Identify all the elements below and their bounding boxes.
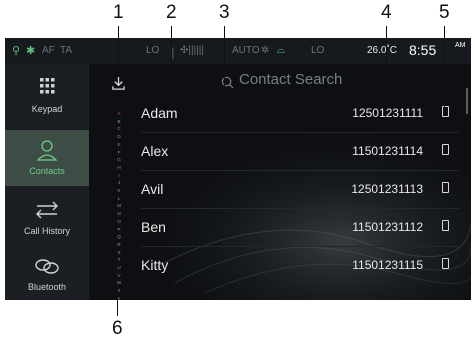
callout-line-1 bbox=[118, 26, 119, 66]
annotated-screenshot: 1 2 3 4 5 6 ⚲ ✱ AF TA LO ⸾ ✣|||||| AUTO … bbox=[0, 0, 475, 341]
head-unit-screen: ⚲ ✱ AF TA LO ⸾ ✣|||||| AUTO ✲ ⌓ LO 26.0˚… bbox=[5, 38, 471, 300]
usb-icon: ⚲ bbox=[12, 45, 21, 57]
contact-row[interactable]: Alex 11501231114 bbox=[141, 133, 459, 171]
phone-type-icon bbox=[442, 258, 449, 269]
sidebar-label-bluetooth: Bluetooth bbox=[27, 282, 67, 292]
callout-line-3 bbox=[224, 26, 225, 86]
sidebar-label-keypad: Keypad bbox=[31, 104, 63, 114]
contact-row[interactable]: Ben 11501231112 bbox=[141, 209, 459, 247]
ta-indicator: TA bbox=[60, 45, 73, 56]
bluetooth-status-icon: ✱ bbox=[26, 45, 36, 57]
sidebar-item-call-history[interactable]: Call History bbox=[5, 190, 89, 246]
callout-line-5 bbox=[444, 26, 445, 110]
call-history-icon bbox=[36, 201, 58, 219]
sidebar-item-bluetooth[interactable]: Bluetooth bbox=[5, 246, 89, 300]
contacts-icon bbox=[36, 140, 58, 161]
car-recirc-icon: ⌓ bbox=[277, 45, 285, 56]
contact-number: 11501231114 bbox=[352, 144, 423, 158]
outside-temperature: 26.0˚C bbox=[367, 45, 398, 56]
bluetooth-link-icon bbox=[35, 259, 59, 274]
alphabet-letter[interactable]: J bbox=[115, 179, 123, 187]
sidebar: Keypad Contacts Call History Bluetooth bbox=[5, 64, 89, 300]
alphabet-letter[interactable]: Q bbox=[115, 233, 123, 241]
alphabet-letter[interactable]: C bbox=[115, 125, 123, 133]
alphabet-letter[interactable]: H bbox=[115, 164, 123, 172]
contact-name: Ben bbox=[141, 219, 166, 235]
alphabet-letter-a[interactable]: A bbox=[115, 110, 123, 118]
lo-right-indicator: LO bbox=[311, 45, 325, 56]
alphabet-letter[interactable]: F bbox=[115, 149, 123, 157]
contact-row[interactable]: Kitty 11501231115 bbox=[141, 247, 459, 285]
list-scrollbar[interactable] bbox=[466, 88, 468, 114]
contacts-panel: Contact Search A B C D E F G H I J K L M… bbox=[89, 64, 471, 300]
lo-left-indicator: LO bbox=[146, 45, 160, 56]
contact-number: 12501231111 bbox=[352, 106, 423, 120]
auto-indicator: AUTO bbox=[232, 45, 260, 56]
contact-name: Alex bbox=[141, 143, 169, 159]
fan-speed-indicator: ✣|||||| bbox=[180, 45, 204, 56]
contact-number: 12501231113 bbox=[351, 182, 423, 196]
callout-line-6 bbox=[117, 290, 118, 316]
clock-time: 8:55 bbox=[409, 42, 437, 58]
alphabet-letter[interactable]: P bbox=[115, 226, 123, 234]
callout-4: 4 bbox=[381, 2, 392, 23]
alphabet-letter[interactable]: D bbox=[115, 133, 123, 141]
contact-search-input[interactable]: Contact Search bbox=[239, 71, 342, 88]
alphabet-letter[interactable]: M bbox=[115, 202, 123, 210]
callout-line-4 bbox=[386, 26, 387, 110]
phone-type-icon bbox=[442, 144, 449, 155]
search-icon bbox=[221, 76, 234, 89]
ac-icon: ✲ bbox=[261, 45, 270, 56]
contact-name: Adam bbox=[141, 105, 178, 121]
sidebar-item-keypad[interactable]: Keypad bbox=[5, 68, 89, 124]
alphabet-letter[interactable]: V bbox=[115, 272, 123, 280]
callout-1: 1 bbox=[113, 2, 124, 23]
contact-number: 11501231115 bbox=[352, 258, 423, 272]
sidebar-label-contacts: Contacts bbox=[29, 166, 65, 176]
alphabet-letter[interactable]: W bbox=[115, 279, 123, 287]
status-bar: ⚲ ✱ AF TA LO ⸾ ✣|||||| AUTO ✲ ⌓ LO 26.0˚… bbox=[5, 38, 471, 64]
clock-ampm: AM bbox=[455, 42, 466, 49]
contact-name: Avil bbox=[141, 181, 164, 197]
alphabet-letter[interactable]: K bbox=[115, 187, 123, 195]
alphabet-letter[interactable]: O bbox=[115, 218, 123, 226]
alphabet-letter[interactable]: U bbox=[115, 264, 123, 272]
alphabet-letter[interactable]: N bbox=[115, 210, 123, 218]
af-indicator: AF bbox=[42, 45, 55, 56]
contact-number: 11501231112 bbox=[352, 220, 423, 234]
alphabet-letter[interactable]: S bbox=[115, 249, 123, 257]
alphabet-index[interactable]: A B C D E F G H I J K L M N O P Q R S T bbox=[115, 110, 123, 300]
download-contacts-icon[interactable] bbox=[111, 76, 126, 91]
alphabet-letter[interactable]: I bbox=[115, 172, 123, 180]
callout-line-2 bbox=[171, 26, 172, 108]
alphabet-letter[interactable]: G bbox=[115, 156, 123, 164]
sidebar-item-contacts[interactable]: Contacts bbox=[5, 130, 89, 186]
contact-row[interactable]: Adam 12501231111 bbox=[141, 95, 459, 133]
sidebar-label-call-history: Call History bbox=[23, 226, 70, 236]
alphabet-letter[interactable]: B bbox=[115, 118, 123, 126]
contact-row[interactable]: Avil 12501231113 bbox=[141, 171, 459, 209]
callout-5: 5 bbox=[439, 2, 450, 23]
callout-2: 2 bbox=[166, 2, 177, 23]
alphabet-letter[interactable]: E bbox=[115, 141, 123, 149]
keypad-icon bbox=[40, 78, 55, 94]
phone-type-icon bbox=[442, 182, 449, 193]
alphabet-letter[interactable]: T bbox=[115, 256, 123, 264]
callout-3: 3 bbox=[219, 2, 230, 23]
alphabet-letter[interactable]: R bbox=[115, 241, 123, 249]
contact-name: Kitty bbox=[141, 257, 169, 273]
callout-6: 6 bbox=[112, 318, 123, 339]
alphabet-letter[interactable]: L bbox=[115, 195, 123, 203]
phone-type-icon bbox=[442, 220, 449, 231]
